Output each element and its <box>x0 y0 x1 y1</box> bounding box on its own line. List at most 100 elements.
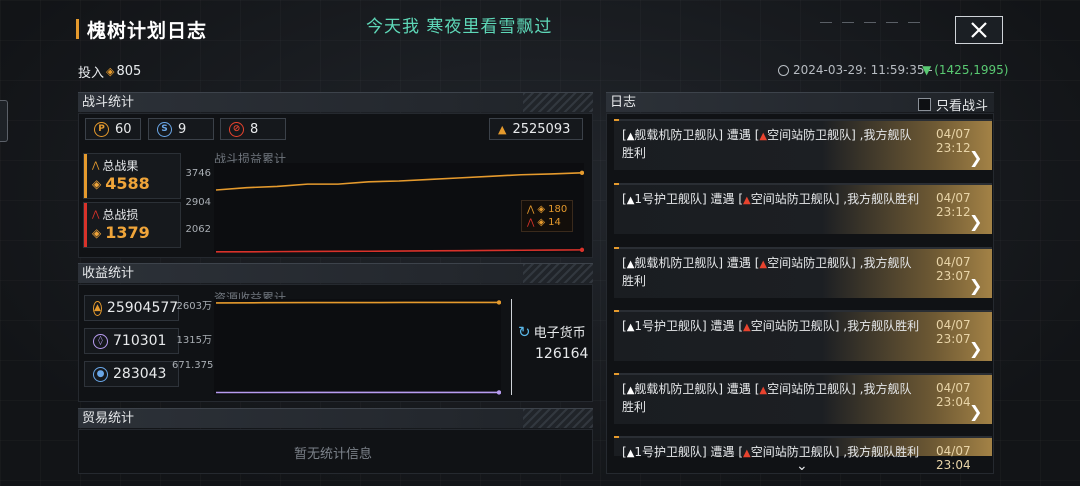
trade-stats-header: 贸易统计 <box>78 408 593 428</box>
log-entry[interactable]: [▲舰载机防卫舰队] 遭遇 [▲空间站防卫舰队] ,我方舰队胜利 04/07 23… <box>614 373 992 424</box>
only-battle-filter[interactable]: 只看战斗 <box>918 95 988 114</box>
log-entry[interactable]: [▲舰载机防卫舰队] 遭遇 [▲空间站防卫舰队] ,我方舰队胜利 04/07 23… <box>614 119 992 170</box>
series-end-point-1 <box>579 247 585 253</box>
log-entry-time: 04/07 23:04 <box>936 381 971 409</box>
encounter-word: 遭遇 <box>706 445 739 459</box>
double-chevron-right-icon[interactable]: ❯ <box>969 339 982 358</box>
orange-p-icon: P <box>94 121 109 137</box>
loss-chevron-icon: ⋀ <box>92 209 100 220</box>
coin-icon: ◈ <box>537 204 546 215</box>
gain-chevron-icon: ⋀ <box>92 160 100 171</box>
stat-pill-value: 8 <box>250 121 259 137</box>
result-text: ,我方舰队胜利 <box>839 319 920 333</box>
double-chevron-right-icon[interactable]: ❯ <box>969 276 982 295</box>
result-text: ,我方舰队胜利 <box>839 445 920 459</box>
coin-stack-icon: ◈ <box>92 225 102 240</box>
entry-accent <box>614 119 619 121</box>
encounter-word: 遭遇 <box>723 128 755 142</box>
header-decoration <box>820 22 920 23</box>
log-entry[interactable]: [▲舰载机防卫舰队] 遭遇 [▲空间站防卫舰队] ,我方舰队胜利 04/07 23… <box>614 247 992 298</box>
enemy-fleet-name: 空间站防卫舰队 <box>767 128 852 142</box>
series-end-point-1 <box>496 390 502 395</box>
enemy-fleet-icon: ▲ <box>759 131 768 142</box>
invest-info: 投入 ◈ 805 <box>78 62 141 81</box>
log-entry-time: 04/07 23:07 <box>936 318 971 346</box>
own-fleet-name: 1号护卫舰队 <box>634 192 703 206</box>
entry-accent <box>614 183 619 185</box>
log-entry-text: [▲舰载机防卫舰队] 遭遇 [▲空间站防卫舰队] ,我方舰队胜利 <box>622 127 922 162</box>
battle-stats-label: 战斗统计 <box>82 95 135 110</box>
stat-pill-blue: S 9 <box>148 118 214 140</box>
series-line-1 <box>216 249 583 253</box>
own-fleet-name: 舰载机防卫舰队 <box>634 382 719 396</box>
total-loss-label: 总战损 <box>102 208 139 222</box>
series-end-point-0 <box>496 300 502 305</box>
log-entry-text: [▲1号护卫舰队] 遭遇 [▲空间站防卫舰队] ,我方舰队胜利 <box>622 318 922 336</box>
legend-loss: ⋀ ◈ 14 <box>527 216 567 229</box>
battle-ytick: 2062 <box>185 224 211 235</box>
log-entry[interactable]: [▲1号护卫舰队] 遭遇 [▲空间站防卫舰队] ,我方舰队胜利 04/07 23:… <box>614 310 992 361</box>
double-chevron-right-icon[interactable]: ❯ <box>969 148 982 167</box>
coordinates-text: (1425,1995) <box>934 63 1009 77</box>
clock-icon <box>778 64 789 76</box>
encounter-word: 遭遇 <box>723 256 755 270</box>
side-drawer-handle[interactable] <box>0 100 8 142</box>
timestamp-text: 2024-03-29: 11:59:35 - <box>793 63 933 77</box>
chevron-resource-icon: ◈ <box>106 65 115 78</box>
chevron-down-icon[interactable]: ⌄ <box>796 458 808 474</box>
log-entry-time: 04/07 23:12 <box>936 191 971 219</box>
resource-value: 283043 <box>113 366 167 382</box>
entry-accent <box>614 373 619 375</box>
own-fleet-name: 1号护卫舰队 <box>634 445 703 459</box>
total-gain-value: 4588 <box>105 174 150 193</box>
income-ytick: 1315万 <box>176 335 212 346</box>
close-button[interactable] <box>955 16 1003 44</box>
double-chevron-right-icon[interactable]: ❯ <box>969 212 982 231</box>
refresh-icon: ↻ <box>518 322 531 341</box>
encounter-word: 遭遇 <box>706 319 739 333</box>
series-end-point-0 <box>579 170 585 175</box>
enemy-fleet-icon: ▲ <box>759 385 768 396</box>
stat-pill-value: 60 <box>115 121 132 137</box>
resource-row: ◊ 710301 <box>84 328 179 354</box>
only-battle-checkbox[interactable] <box>918 98 931 111</box>
log-entry-text: [▲1号护卫舰队] 遭遇 [▲空间站防卫舰队] ,我方舰队胜利 <box>622 191 922 209</box>
legend-gain-value: 180 <box>548 204 568 215</box>
income-stats-header: 收益统计 <box>78 263 593 283</box>
log-entry[interactable]: [▲1号护卫舰队] 遭遇 [▲空间站防卫舰队] ,我方舰队胜利 04/07 23:… <box>614 436 992 472</box>
income-stats-label: 收益统计 <box>82 266 135 281</box>
encounter-word: 遭遇 <box>723 382 755 396</box>
income-ytick: 2603万 <box>176 301 212 312</box>
timestamp: 2024-03-29: 11:59:35 - <box>778 63 933 77</box>
result-text: ,我方舰队胜利 <box>839 192 920 206</box>
total-gain-value-wrap: ◈ 4588 <box>92 174 150 193</box>
header-center-text: 今天我 寒夜里看雪飘过 <box>366 17 553 37</box>
log-entry-text: [▲舰载机防卫舰队] 遭遇 [▲空间站防卫舰队] ,我方舰队胜利 <box>622 255 922 290</box>
encounter-word: 遭遇 <box>706 192 739 206</box>
coordinates[interactable]: ▼ (1425,1995) <box>922 63 1009 77</box>
enemy-fleet-name: 空间站防卫舰队 <box>750 192 835 206</box>
own-fleet-name: 1号护卫舰队 <box>634 319 703 333</box>
trade-stats-label: 贸易统计 <box>82 411 135 426</box>
location-pin-icon: ▼ <box>922 63 932 77</box>
only-battle-label: 只看战斗 <box>936 99 989 114</box>
total-loss-value: 1379 <box>105 223 150 242</box>
log-entry-time: 04/07 23:07 <box>936 255 971 283</box>
stat-pill-value: 9 <box>178 121 187 137</box>
log-entry[interactable]: [▲1号护卫舰队] 遭遇 [▲空间站防卫舰队] ,我方舰队胜利 04/07 23:… <box>614 183 992 234</box>
exp-value: 2525093 <box>512 121 571 137</box>
ecurrency-label: 电子货币 <box>533 326 586 341</box>
resource-value: 25904577 <box>106 300 179 316</box>
resource-row: ● 283043 <box>84 361 179 387</box>
page-title: 槐树计划日志 <box>87 19 208 42</box>
log-entry-text: [▲1号护卫舰队] 遭遇 [▲空间站防卫舰队] ,我方舰队胜利 <box>622 444 922 462</box>
entry-accent <box>614 247 619 249</box>
own-fleet-name: 舰载机防卫舰队 <box>634 128 719 142</box>
double-chevron-right-icon[interactable]: ❯ <box>969 402 982 421</box>
total-loss-label-wrap: ⋀ 总战损 <box>92 206 138 223</box>
income-ytick: 671.375 <box>172 360 214 371</box>
enemy-fleet-icon: ▲ <box>743 448 751 459</box>
stat-pill-orange: P 60 <box>85 118 141 140</box>
stat-pill-red: ⊘ 8 <box>220 118 286 140</box>
enemy-fleet-icon: ▲ <box>759 259 768 270</box>
